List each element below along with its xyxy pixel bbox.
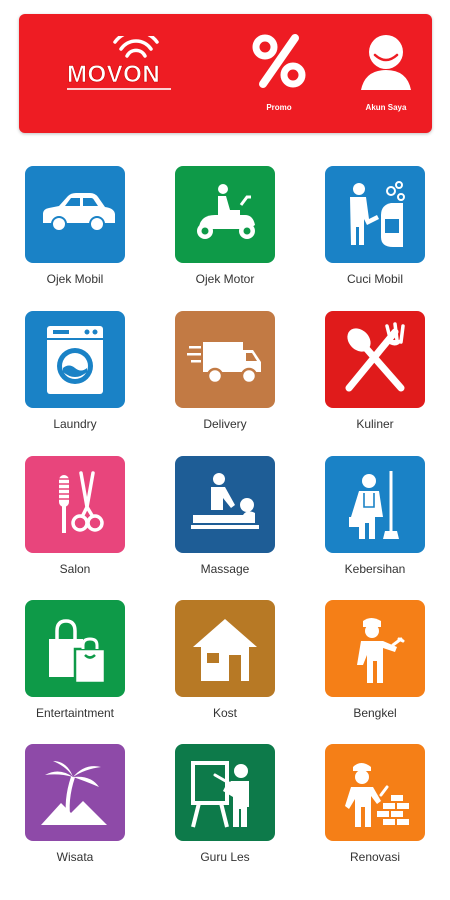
service-tile-box	[175, 166, 275, 263]
service-cuci-mobil[interactable]: Cuci Mobil	[325, 166, 425, 286]
service-kost[interactable]: Kost	[175, 600, 275, 720]
washing-machine-icon	[47, 325, 103, 394]
service-tile-box	[325, 311, 425, 408]
service-label: Kebersihan	[344, 562, 406, 576]
service-tile-box	[325, 600, 425, 697]
service-label: Guru Les	[200, 850, 250, 864]
service-label: Massage	[200, 562, 250, 576]
service-label: Laundry	[53, 417, 97, 431]
user-avatar-icon	[361, 35, 411, 90]
service-salon[interactable]: Salon	[25, 456, 125, 576]
service-kebersihan[interactable]: Kebersihan	[325, 456, 425, 576]
service-wisata[interactable]: Wisata	[25, 744, 125, 864]
service-label: Delivery	[203, 417, 247, 431]
cleaner-icon	[349, 470, 399, 539]
service-label: Bengkel	[353, 706, 397, 720]
service-guru-les[interactable]: Guru Les	[175, 744, 275, 864]
palm-tree-icon	[41, 760, 107, 825]
service-label: Entertaintment	[35, 706, 115, 720]
comb-scissors-icon	[57, 470, 104, 533]
service-label: Kost	[212, 706, 237, 720]
service-renovasi[interactable]: Renovasi	[325, 744, 425, 864]
service-entertaintment[interactable]: Entertaintment	[25, 600, 125, 720]
scooter-icon	[197, 183, 255, 239]
service-kuliner[interactable]: Kuliner	[325, 311, 425, 431]
service-tile-box	[325, 166, 425, 263]
mechanic-icon	[357, 617, 405, 683]
account-button[interactable]: Akun Saya	[351, 30, 421, 130]
service-delivery[interactable]: Delivery	[175, 311, 275, 431]
house-icon	[193, 618, 257, 681]
service-label: Ojek Mobil	[46, 272, 104, 286]
service-tile-box	[175, 744, 275, 841]
builder-icon	[345, 762, 409, 827]
account-label: Akun Saya	[365, 103, 407, 112]
service-tile-box	[25, 456, 125, 553]
service-label: Wisata	[56, 850, 94, 864]
fork-spoon-icon	[345, 321, 405, 391]
service-label: Ojek Motor	[195, 272, 255, 286]
car-wash-icon	[350, 180, 405, 247]
service-tile-box	[175, 600, 275, 697]
top-banner: MOVON Promo Akun Saya	[19, 14, 432, 133]
service-label: Salon	[59, 562, 91, 576]
teacher-icon	[191, 760, 249, 827]
service-tile-box	[325, 456, 425, 553]
service-massage[interactable]: Massage	[175, 456, 275, 576]
service-tile-box	[325, 744, 425, 841]
percent-icon	[252, 34, 306, 88]
shopping-bags-icon	[49, 618, 107, 684]
service-ojek-motor[interactable]: Ojek Motor	[175, 166, 275, 286]
service-tile-box	[175, 456, 275, 553]
brand-logo-text: MOVON	[67, 61, 160, 88]
service-tile-box	[175, 311, 275, 408]
service-laundry[interactable]: Laundry	[25, 311, 125, 431]
promo-button[interactable]: Promo	[244, 30, 314, 130]
car-icon	[43, 192, 115, 232]
promo-label: Promo	[266, 103, 292, 112]
delivery-truck-icon	[187, 341, 261, 384]
movon-logo: MOVON	[65, 36, 175, 108]
service-bengkel[interactable]: Bengkel	[325, 600, 425, 720]
massage-icon	[191, 472, 259, 529]
service-tile-box	[25, 744, 125, 841]
service-tile-box	[25, 166, 125, 263]
service-tile-box	[25, 311, 125, 408]
service-ojek-mobil[interactable]: Ojek Mobil	[25, 166, 125, 286]
service-label: Kuliner	[356, 417, 394, 431]
service-label: Cuci Mobil	[346, 272, 403, 286]
service-label: Renovasi	[349, 850, 401, 864]
service-tile-box	[25, 600, 125, 697]
